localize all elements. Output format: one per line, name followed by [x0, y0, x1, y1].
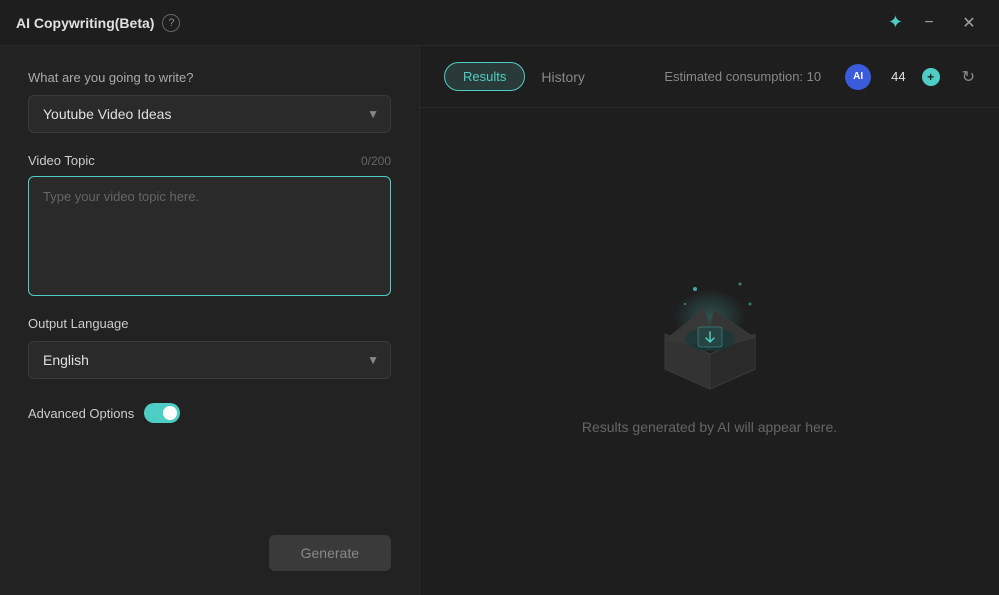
video-topic-header: Video Topic 0/200	[28, 153, 391, 168]
left-panel: What are you going to write? Youtube Vid…	[0, 46, 420, 595]
empty-state-illustration	[640, 269, 780, 399]
star-icon: ✦	[888, 12, 903, 33]
help-icon[interactable]: ?	[162, 14, 180, 32]
right-panel: Results History Estimated consumption: 1…	[420, 46, 999, 595]
minimize-button[interactable]: −	[915, 9, 943, 37]
title-bar-right: ✦ − ✕	[888, 9, 983, 37]
tab-history[interactable]: History	[541, 69, 585, 85]
close-button[interactable]: ✕	[955, 9, 983, 37]
content-area: What are you going to write? Youtube Vid…	[0, 46, 999, 595]
tab-results[interactable]: Results	[444, 62, 525, 91]
app-window: AI Copywriting(Beta) ? ✦ − ✕ What are yo…	[0, 0, 999, 595]
empty-state-text: Results generated by AI will appear here…	[582, 419, 837, 435]
title-bar-left: AI Copywriting(Beta) ?	[16, 14, 180, 32]
language-select[interactable]: English Spanish French German	[28, 341, 391, 379]
dropdown-wrapper: Youtube Video Ideas Blog Post Product De…	[28, 95, 391, 133]
language-dropdown-wrapper: English Spanish French German ▼	[28, 341, 391, 379]
advanced-options-row: Advanced Options	[28, 403, 391, 423]
content-type-select[interactable]: Youtube Video Ideas Blog Post Product De…	[28, 95, 391, 133]
results-body: Results generated by AI will appear here…	[420, 108, 999, 595]
app-title: AI Copywriting(Beta)	[16, 15, 154, 31]
toggle-knob	[163, 406, 177, 420]
title-bar: AI Copywriting(Beta) ? ✦ − ✕	[0, 0, 999, 46]
refresh-button[interactable]: ↻	[962, 67, 975, 87]
estimated-consumption: Estimated consumption: 10	[664, 69, 821, 84]
section-label: What are you going to write?	[28, 70, 391, 85]
advanced-options-toggle[interactable]	[144, 403, 180, 423]
advanced-options-label: Advanced Options	[28, 406, 134, 421]
ai-badge: AI	[845, 64, 871, 90]
credit-count: 44	[891, 69, 905, 84]
video-topic-label: Video Topic	[28, 153, 95, 168]
video-topic-input[interactable]	[28, 176, 391, 296]
generate-button[interactable]: Generate	[269, 535, 391, 571]
char-count: 0/200	[361, 154, 391, 168]
results-header: Results History Estimated consumption: 1…	[420, 46, 999, 108]
add-credits-button[interactable]: +	[922, 68, 940, 86]
output-language-label: Output Language	[28, 316, 391, 331]
